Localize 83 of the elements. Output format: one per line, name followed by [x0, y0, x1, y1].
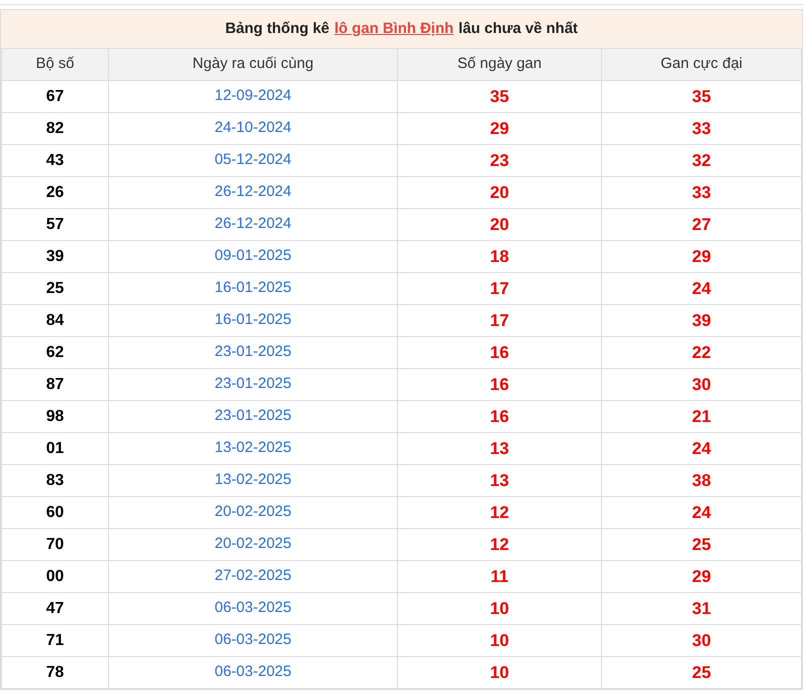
table-cell: 26-12-2024 — [108, 176, 398, 208]
column-header: Gan cực đại — [602, 48, 802, 80]
table-cell: 39 — [2, 240, 108, 272]
table-cell: 01 — [2, 432, 108, 464]
table-cell: 22 — [602, 336, 802, 368]
table-cell: 62 — [2, 336, 108, 368]
table-cell: 17 — [398, 272, 602, 304]
table-cell: 25 — [602, 656, 802, 688]
table-cell: 25 — [602, 528, 802, 560]
table-cell: 24 — [602, 496, 802, 528]
table-cell: 84 — [2, 304, 108, 336]
table-cell: 13 — [398, 464, 602, 496]
table-cell: 78 — [2, 656, 108, 688]
table-cell: 82 — [2, 112, 108, 144]
table-cell: 10 — [398, 592, 602, 624]
table-cell: 06-03-2025 — [108, 656, 398, 688]
table-cell: 60 — [2, 496, 108, 528]
table-cell: 29 — [602, 240, 802, 272]
column-header: Bộ số — [2, 48, 108, 80]
table-cell: 16 — [398, 336, 602, 368]
column-header: Ngày ra cuối cùng — [108, 48, 398, 80]
table-cell: 11 — [398, 560, 602, 592]
table-cell: 05-12-2024 — [108, 144, 398, 176]
title-text: Bảng thống kê — [225, 18, 330, 39]
table-cell: 12 — [398, 496, 602, 528]
title-link[interactable]: lô gan Bình Định — [334, 18, 454, 40]
table-cell: 16-01-2025 — [108, 272, 398, 304]
table-cell: 27 — [602, 208, 802, 240]
table-cell: 57 — [2, 208, 108, 240]
table-cell: 10 — [398, 624, 602, 656]
table-cell: 47 — [2, 592, 108, 624]
table-cell: 25 — [2, 272, 108, 304]
table-cell: 12-09-2024 — [108, 80, 398, 112]
table-cell: 31 — [602, 592, 802, 624]
table-cell: 00 — [2, 560, 108, 592]
table-cell: 16-01-2025 — [108, 304, 398, 336]
table-cell: 09-01-2025 — [108, 240, 398, 272]
table-cell: 30 — [602, 368, 802, 400]
table-cell: 98 — [2, 400, 108, 432]
table-cell: 26 — [2, 176, 108, 208]
table-cell: 23-01-2025 — [108, 336, 398, 368]
table-cell: 23-01-2025 — [108, 400, 398, 432]
table-cell: 33 — [602, 176, 802, 208]
table-cell: 16 — [398, 368, 602, 400]
table-cell: 20-02-2025 — [108, 496, 398, 528]
table-cell: 87 — [2, 368, 108, 400]
title-text: lâu chưa về nhất — [458, 18, 578, 39]
table-cell: 24 — [602, 272, 802, 304]
table-cell: 10 — [398, 656, 602, 688]
table-cell: 39 — [602, 304, 802, 336]
table-cell: 20 — [398, 176, 602, 208]
table-cell: 70 — [2, 528, 108, 560]
table-cell: 29 — [602, 560, 802, 592]
table-cell: 13-02-2025 — [108, 464, 398, 496]
table-cell: 35 — [602, 80, 802, 112]
table-cell: 18 — [398, 240, 602, 272]
table-cell: 26-12-2024 — [108, 208, 398, 240]
table-cell: 06-03-2025 — [108, 624, 398, 656]
table-cell: 13-02-2025 — [108, 432, 398, 464]
table-cell: 83 — [2, 464, 108, 496]
table-cell: 71 — [2, 624, 108, 656]
table-cell: 23 — [398, 144, 602, 176]
table-cell: 33 — [602, 112, 802, 144]
table-cell: 38 — [602, 464, 802, 496]
table-cell: 67 — [2, 80, 108, 112]
table-cell: 35 — [398, 80, 602, 112]
table-cell: 24-10-2024 — [108, 112, 398, 144]
table-cell: 17 — [398, 304, 602, 336]
table-cell: 27-02-2025 — [108, 560, 398, 592]
table-cell: 20-02-2025 — [108, 528, 398, 560]
table-cell: 29 — [398, 112, 602, 144]
table-cell: 16 — [398, 400, 602, 432]
table-cell: 12 — [398, 528, 602, 560]
table-cell: 32 — [602, 144, 802, 176]
table-cell: 30 — [602, 624, 802, 656]
column-header: Số ngày gan — [398, 48, 602, 80]
table-cell: 24 — [602, 432, 802, 464]
table-cell: 13 — [398, 432, 602, 464]
table-cell: 23-01-2025 — [108, 368, 398, 400]
table-cell: 43 — [2, 144, 108, 176]
table-cell: 06-03-2025 — [108, 592, 398, 624]
table-cell: 20 — [398, 208, 602, 240]
table-cell: 21 — [602, 400, 802, 432]
